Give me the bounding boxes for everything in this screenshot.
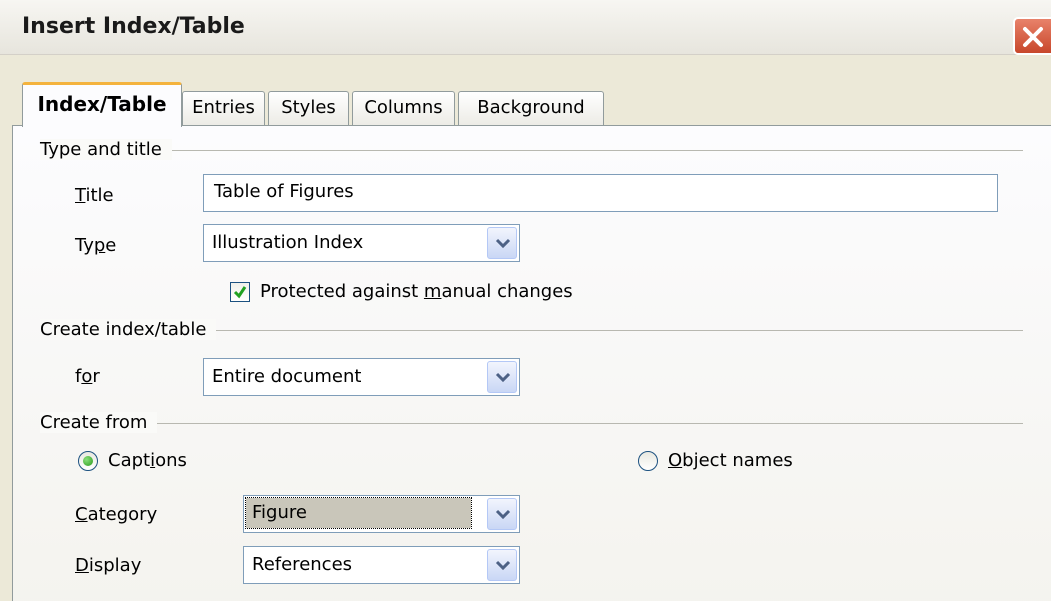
tab-strip: Index/Table Entries Styles Columns Backg… — [0, 82, 1051, 127]
display-label: Display — [75, 555, 142, 576]
category-label: Category — [75, 504, 158, 525]
section-heading-type-title: Type and title — [40, 139, 172, 160]
tab-background[interactable]: Background — [458, 91, 604, 126]
object-names-radio[interactable] — [638, 451, 658, 471]
group-separator — [40, 150, 1023, 151]
tab-columns[interactable]: Columns — [352, 91, 455, 126]
tab-entries[interactable]: Entries — [182, 91, 265, 126]
category-value: Figure — [245, 497, 472, 529]
for-value: Entire document — [212, 366, 362, 387]
category-dropdown-button[interactable] — [487, 498, 517, 530]
title-label: Title — [75, 185, 114, 206]
chevron-down-icon — [495, 238, 511, 249]
display-dropdown[interactable]: References — [243, 546, 520, 584]
type-label: Type — [75, 235, 117, 256]
for-label: for — [75, 366, 100, 387]
window-title: Insert Index/Table — [22, 14, 245, 39]
close-icon — [1023, 27, 1043, 47]
display-value: References — [252, 554, 353, 575]
type-value: Illustration Index — [212, 232, 364, 253]
title-input[interactable]: Table of Figures — [203, 174, 998, 212]
chevron-down-icon — [495, 509, 511, 520]
section-heading-create-index: Create index/table — [40, 319, 217, 340]
for-dropdown[interactable]: Entire document — [203, 358, 520, 396]
checkmark-icon — [233, 286, 247, 299]
object-names-label: Object names — [668, 450, 793, 471]
chevron-down-icon — [495, 372, 511, 383]
for-dropdown-button[interactable] — [487, 361, 517, 393]
type-dropdown-button[interactable] — [487, 227, 517, 259]
chevron-down-icon — [495, 560, 511, 571]
title-bar: Insert Index/Table — [0, 0, 1051, 55]
captions-label: Captions — [108, 450, 187, 471]
group-separator — [40, 423, 1023, 424]
display-dropdown-button[interactable] — [487, 549, 517, 581]
protected-label: Protected against manual changes — [260, 281, 573, 302]
protected-checkbox[interactable] — [230, 282, 250, 302]
type-dropdown[interactable]: Illustration Index — [203, 224, 520, 262]
insert-index-dialog: Insert Index/Table Index/Table Entries S… — [0, 0, 1051, 601]
close-button[interactable] — [1013, 17, 1051, 55]
tab-index-table[interactable]: Index/Table — [22, 82, 182, 127]
tab-styles[interactable]: Styles — [268, 91, 349, 126]
captions-radio[interactable] — [78, 451, 98, 471]
category-dropdown[interactable]: Figure — [243, 495, 520, 533]
section-heading-create-from: Create from — [40, 412, 158, 433]
radio-dot-icon — [83, 456, 93, 466]
